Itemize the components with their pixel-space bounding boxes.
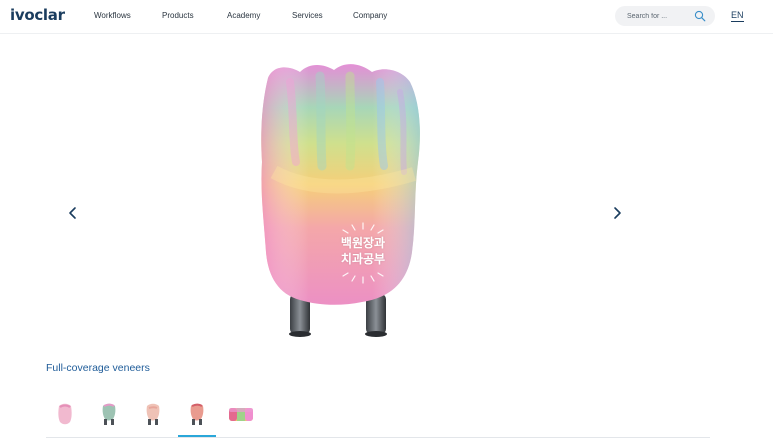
veneer-thumb-crown-stand-icon	[102, 403, 116, 425]
search-box[interactable]	[615, 6, 715, 26]
nav-academy[interactable]: Academy	[227, 11, 260, 20]
watermark-line-1: 백원장과	[340, 236, 386, 250]
thumbnail-1[interactable]	[46, 398, 84, 434]
nav-company[interactable]: Company	[353, 11, 387, 20]
veneer-product-image	[261, 64, 420, 337]
veneer-thumb-pink-icon	[58, 403, 72, 425]
chevron-left-icon[interactable]	[66, 205, 80, 221]
image-watermark: 백원장과 치과공부	[330, 222, 396, 284]
thumbnail-5[interactable]	[222, 398, 260, 434]
language-switch[interactable]: EN	[731, 10, 744, 22]
ivoclar-logo[interactable]: ivoclar	[10, 6, 65, 24]
veneer-thumb-rainbow-icon	[229, 408, 253, 421]
thumbnail-4[interactable]	[178, 398, 216, 437]
top-navigation-bar: ivoclar Workflows Products Academy Servi…	[0, 0, 773, 34]
nav-services[interactable]: Services	[292, 11, 323, 20]
watermark-line-2: 치과공부	[340, 252, 386, 266]
search-input[interactable]	[627, 10, 689, 22]
nav-workflows[interactable]: Workflows	[94, 11, 131, 20]
section-title: Full-coverage veneers	[46, 362, 150, 374]
thumbnail-2[interactable]	[90, 398, 128, 434]
veneer-thumb-red-stand-icon	[190, 403, 204, 425]
veneer-thumb-light-pink-icon	[146, 403, 160, 425]
thumbnail-3[interactable]	[134, 398, 172, 434]
chevron-right-icon[interactable]	[610, 205, 624, 221]
nav-products[interactable]: Products	[162, 11, 194, 20]
thumbnail-strip	[46, 398, 710, 438]
search-icon[interactable]	[694, 10, 706, 22]
